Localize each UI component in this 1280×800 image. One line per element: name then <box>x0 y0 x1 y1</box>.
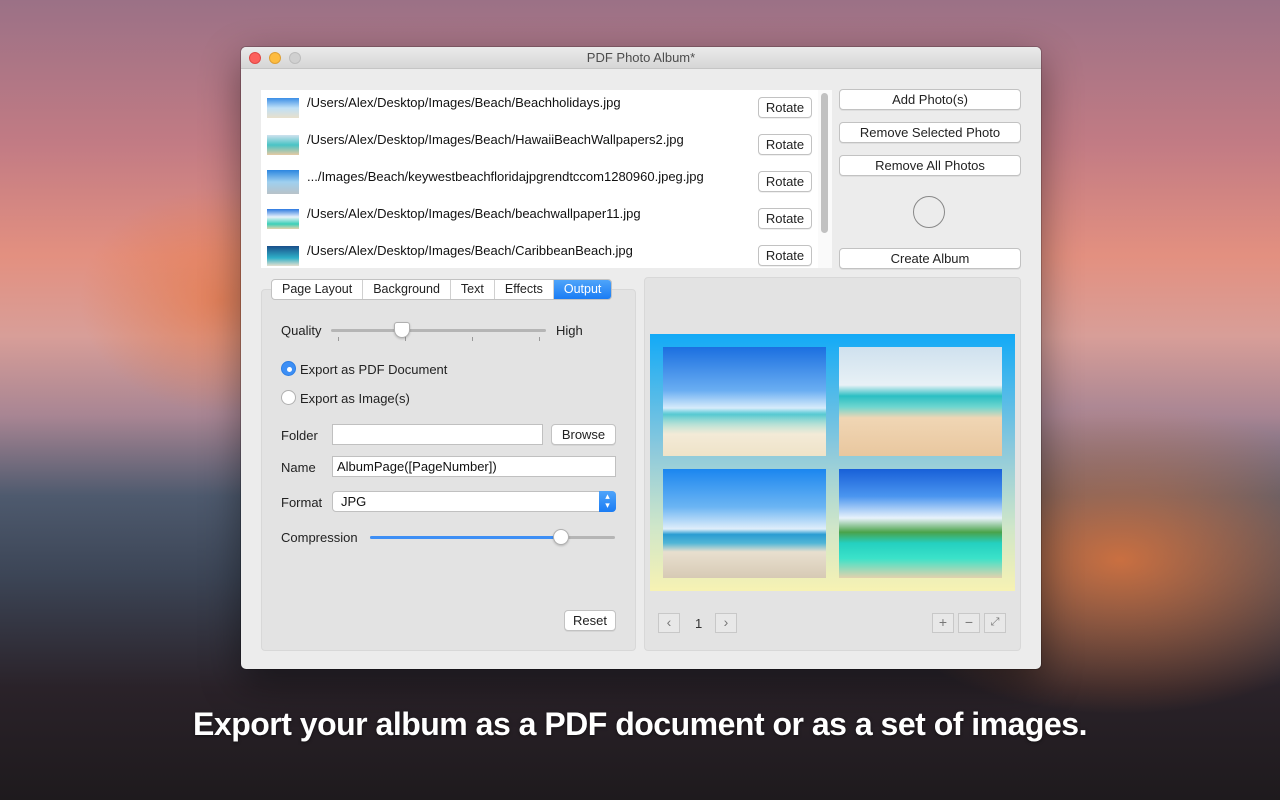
format-value: JPG <box>341 494 367 509</box>
tab-page-layout[interactable]: Page Layout <box>272 280 364 299</box>
chevron-right-icon[interactable]: › <box>715 613 737 633</box>
photo-list-item[interactable]: /Users/Alex/Desktop/Images/Beach/Beachho… <box>261 90 821 127</box>
photo-thumbnail <box>267 98 299 118</box>
expand-icon[interactable]: ⤢ <box>984 613 1006 633</box>
quality-tick <box>472 337 473 341</box>
name-input[interactable]: AlbumPage([PageNumber]) <box>332 456 616 477</box>
title-bar: PDF Photo Album* <box>241 47 1041 69</box>
tab-background[interactable]: Background <box>363 280 451 299</box>
minus-icon[interactable]: − <box>958 613 980 633</box>
preview-photo <box>839 469 1002 578</box>
add-photos-button[interactable]: Add Photo(s) <box>839 89 1021 110</box>
photo-list-item[interactable]: /Users/Alex/Desktop/Images/Beach/beachwa… <box>261 201 821 238</box>
remove-selected-photo-button[interactable]: Remove Selected Photo <box>839 122 1021 143</box>
rotate-button[interactable]: Rotate <box>758 208 812 229</box>
photo-thumbnail <box>267 170 299 194</box>
preview-photo <box>663 469 826 578</box>
progress-indicator-icon <box>913 196 945 228</box>
tab-output[interactable]: Output <box>553 280 612 299</box>
compression-slider-knob[interactable] <box>553 529 570 545</box>
photo-thumbnail <box>267 135 299 155</box>
rotate-button[interactable]: Rotate <box>758 171 812 192</box>
preview-photo <box>839 347 1002 456</box>
quality-tick <box>338 337 339 341</box>
app-window: PDF Photo Album* /Users/Alex/Desktop/Ima… <box>241 47 1041 669</box>
quality-tick <box>539 337 540 341</box>
folder-input[interactable] <box>332 424 543 445</box>
photo-thumbnail <box>267 246 299 266</box>
photo-path: /Users/Alex/Desktop/Images/Beach/HawaiiB… <box>307 132 684 147</box>
quality-high-label: High <box>556 323 583 338</box>
marketing-caption: Export your album as a PDF document or a… <box>193 706 1087 742</box>
export-images-radio[interactable] <box>281 390 296 405</box>
quality-slider-track[interactable] <box>331 329 546 332</box>
photo-path: /Users/Alex/Desktop/Images/Beach/beachwa… <box>307 206 641 221</box>
photo-path: /Users/Alex/Desktop/Images/Beach/Beachho… <box>307 95 621 110</box>
rotate-button[interactable]: Rotate <box>758 245 812 266</box>
photo-list-item[interactable]: .../Images/Beach/keywestbeachfloridajpgr… <box>261 164 821 201</box>
photo-list-item[interactable]: /Users/Alex/Desktop/Images/Beach/HawaiiB… <box>261 127 821 164</box>
compression-label: Compression <box>281 530 358 545</box>
zoom-window-button[interactable] <box>289 52 301 64</box>
export-images-label[interactable]: Export as Image(s) <box>300 391 410 406</box>
plus-icon[interactable]: + <box>932 613 954 633</box>
folder-label: Folder <box>281 428 318 443</box>
tab-effects[interactable]: Effects <box>495 280 554 299</box>
scrollbar-thumb[interactable] <box>821 93 828 233</box>
remove-all-photos-button[interactable]: Remove All Photos <box>839 155 1021 176</box>
photo-list-item[interactable]: /Users/Alex/Desktop/Images/Beach/Caribbe… <box>261 238 821 268</box>
create-album-button[interactable]: Create Album <box>839 248 1021 269</box>
photo-path: /Users/Alex/Desktop/Images/Beach/Caribbe… <box>307 243 633 258</box>
export-pdf-radio[interactable] <box>281 361 296 376</box>
format-select[interactable]: JPG ▴ ▾ <box>332 491 616 512</box>
window-title: PDF Photo Album* <box>586 50 696 65</box>
name-label: Name <box>281 460 316 475</box>
quality-tick <box>405 337 406 341</box>
export-pdf-label[interactable]: Export as PDF Document <box>300 362 447 377</box>
compression-slider-fill <box>370 536 562 539</box>
preview-photo <box>663 347 826 456</box>
quality-slider-knob[interactable] <box>393 322 410 338</box>
photo-list[interactable]: /Users/Alex/Desktop/Images/Beach/Beachho… <box>261 90 831 268</box>
photo-path: .../Images/Beach/keywestbeachfloridajpgr… <box>307 169 704 184</box>
album-page-preview <box>650 334 1015 591</box>
settings-tabs: Page Layout Background Text Effects Outp… <box>271 279 613 300</box>
chevron-left-icon[interactable]: ‹ <box>658 613 680 633</box>
format-label: Format <box>281 495 323 510</box>
page-number: 1 <box>695 616 703 631</box>
select-stepper-icon: ▴ ▾ <box>599 491 616 512</box>
rotate-button[interactable]: Rotate <box>758 97 812 118</box>
browse-button[interactable]: Browse <box>551 424 616 445</box>
photo-thumbnail <box>267 209 299 229</box>
rotate-button[interactable]: Rotate <box>758 134 812 155</box>
quality-label: Quality <box>281 323 322 338</box>
tab-text[interactable]: Text <box>451 280 495 299</box>
reset-button[interactable]: Reset <box>564 610 616 631</box>
minimize-window-button[interactable] <box>269 52 281 64</box>
close-window-button[interactable] <box>249 52 261 64</box>
